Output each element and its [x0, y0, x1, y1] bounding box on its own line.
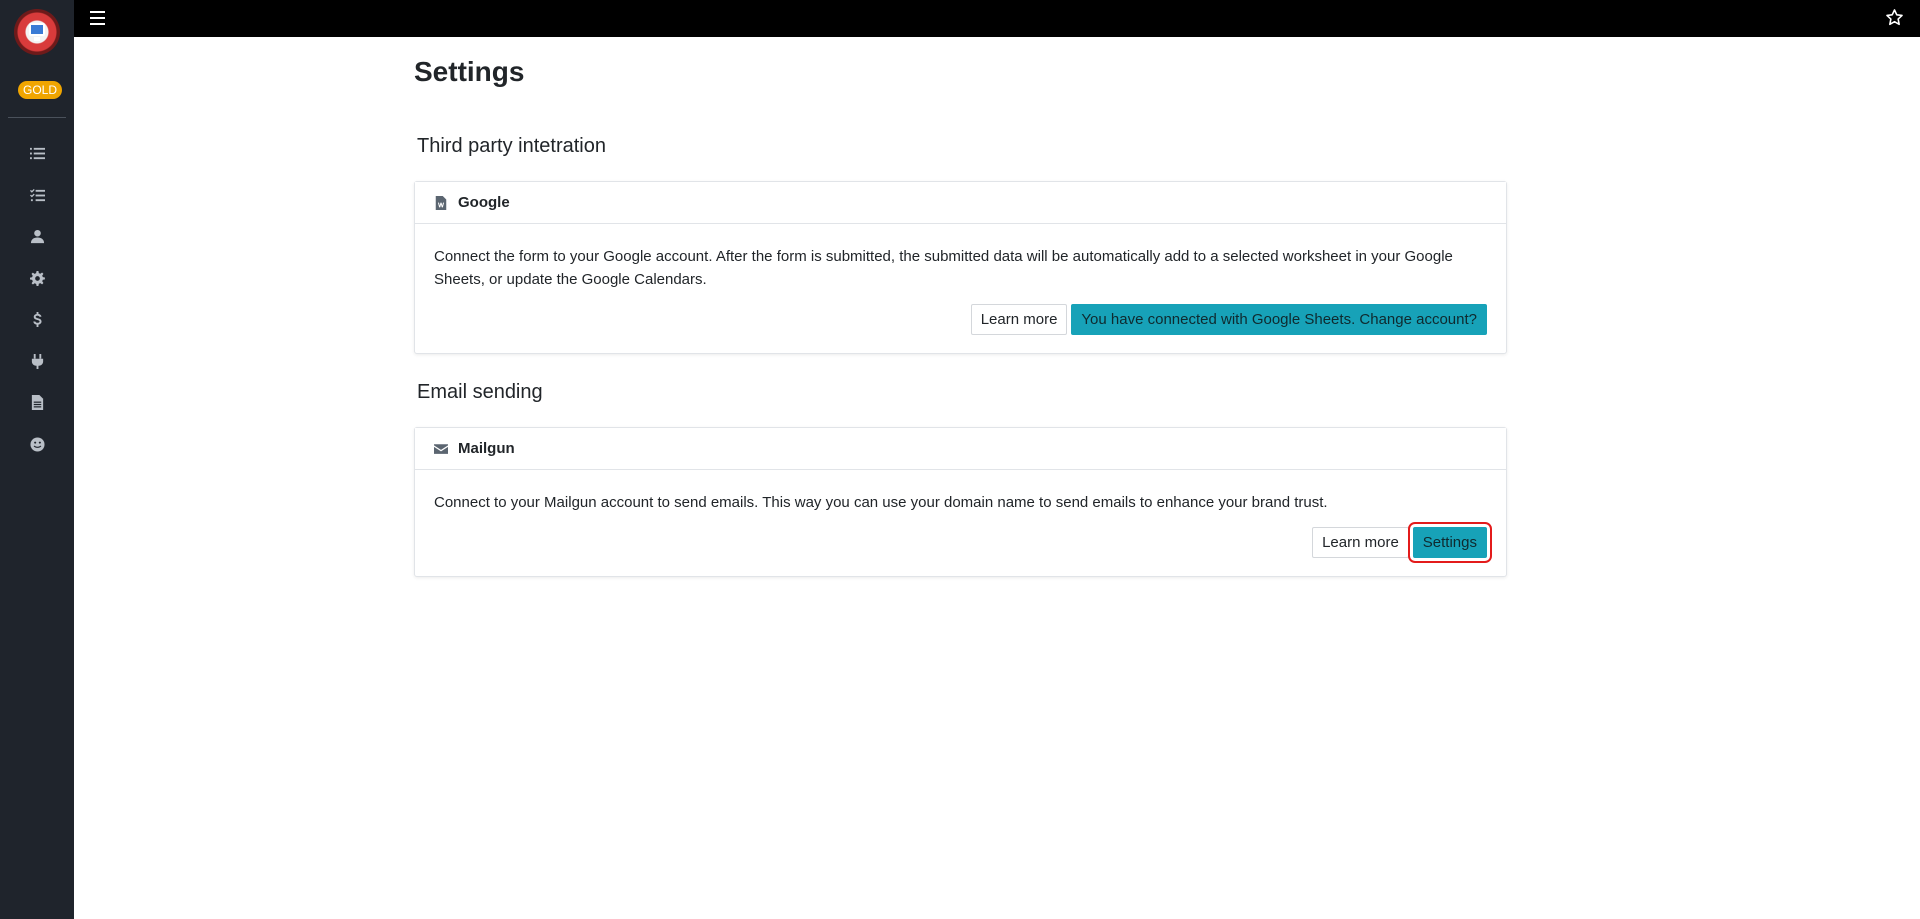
card-actions: Learn more Settings [434, 522, 1493, 563]
card-title: Mailgun [458, 440, 515, 457]
change-account-button[interactable]: You have connected with Google Sheets. C… [1071, 304, 1487, 335]
sidebar-divider [8, 117, 66, 118]
envelope-icon [434, 443, 448, 454]
top-bar [74, 0, 1920, 37]
sidebar-item-forms[interactable] [0, 133, 74, 175]
monitor-icon [29, 23, 45, 36]
section-title-email: Email sending [417, 381, 543, 403]
card-actions: Learn more You have connected with Googl… [434, 304, 1487, 335]
gear-icon [29, 270, 45, 286]
star-icon[interactable] [1885, 8, 1904, 27]
sidebar: GOLD [0, 0, 74, 919]
plan-badge: GOLD [18, 81, 63, 99]
card-header: Mailgun [415, 428, 1506, 470]
hamburger-icon[interactable] [90, 11, 105, 25]
card-body: Connect the form to your Google account.… [415, 224, 1506, 353]
mailgun-card: Mailgun Connect to your Mailgun account … [414, 427, 1507, 577]
user-icon [30, 230, 44, 244]
document-icon [31, 395, 43, 411]
sidebar-item-tasks[interactable] [0, 175, 74, 217]
card-header: Google [415, 182, 1506, 224]
smile-icon [29, 437, 45, 452]
word-document-icon [435, 195, 447, 210]
section-title-integration: Third party intetration [417, 135, 606, 157]
sidebar-item-feedback[interactable] [0, 424, 74, 466]
sidebar-item-documents[interactable] [0, 382, 74, 424]
learn-more-button[interactable]: Learn more [1312, 527, 1409, 558]
page-title: Settings [414, 56, 525, 87]
learn-more-button[interactable]: Learn more [970, 304, 1068, 335]
sidebar-nav [0, 133, 74, 465]
plug-icon [31, 353, 43, 369]
app-logo[interactable] [14, 9, 60, 55]
sidebar-item-settings[interactable] [0, 258, 74, 300]
sidebar-item-integrations[interactable] [0, 341, 74, 383]
list-icon [29, 148, 45, 160]
task-list-icon [29, 188, 45, 201]
google-card: Google Connect the form to your Google a… [414, 181, 1507, 354]
sidebar-item-users[interactable] [0, 216, 74, 258]
monitor-stand [34, 37, 40, 41]
mailgun-settings-button[interactable]: Settings [1407, 522, 1493, 563]
card-description: Connect to your Mailgun account to send … [434, 494, 1328, 511]
card-body: Connect to your Mailgun account to send … [415, 470, 1506, 576]
sidebar-item-billing[interactable] [0, 299, 74, 341]
dollar-icon [32, 312, 42, 328]
card-title: Google [458, 194, 510, 211]
card-description: Connect the form to your Google account.… [434, 248, 1453, 288]
